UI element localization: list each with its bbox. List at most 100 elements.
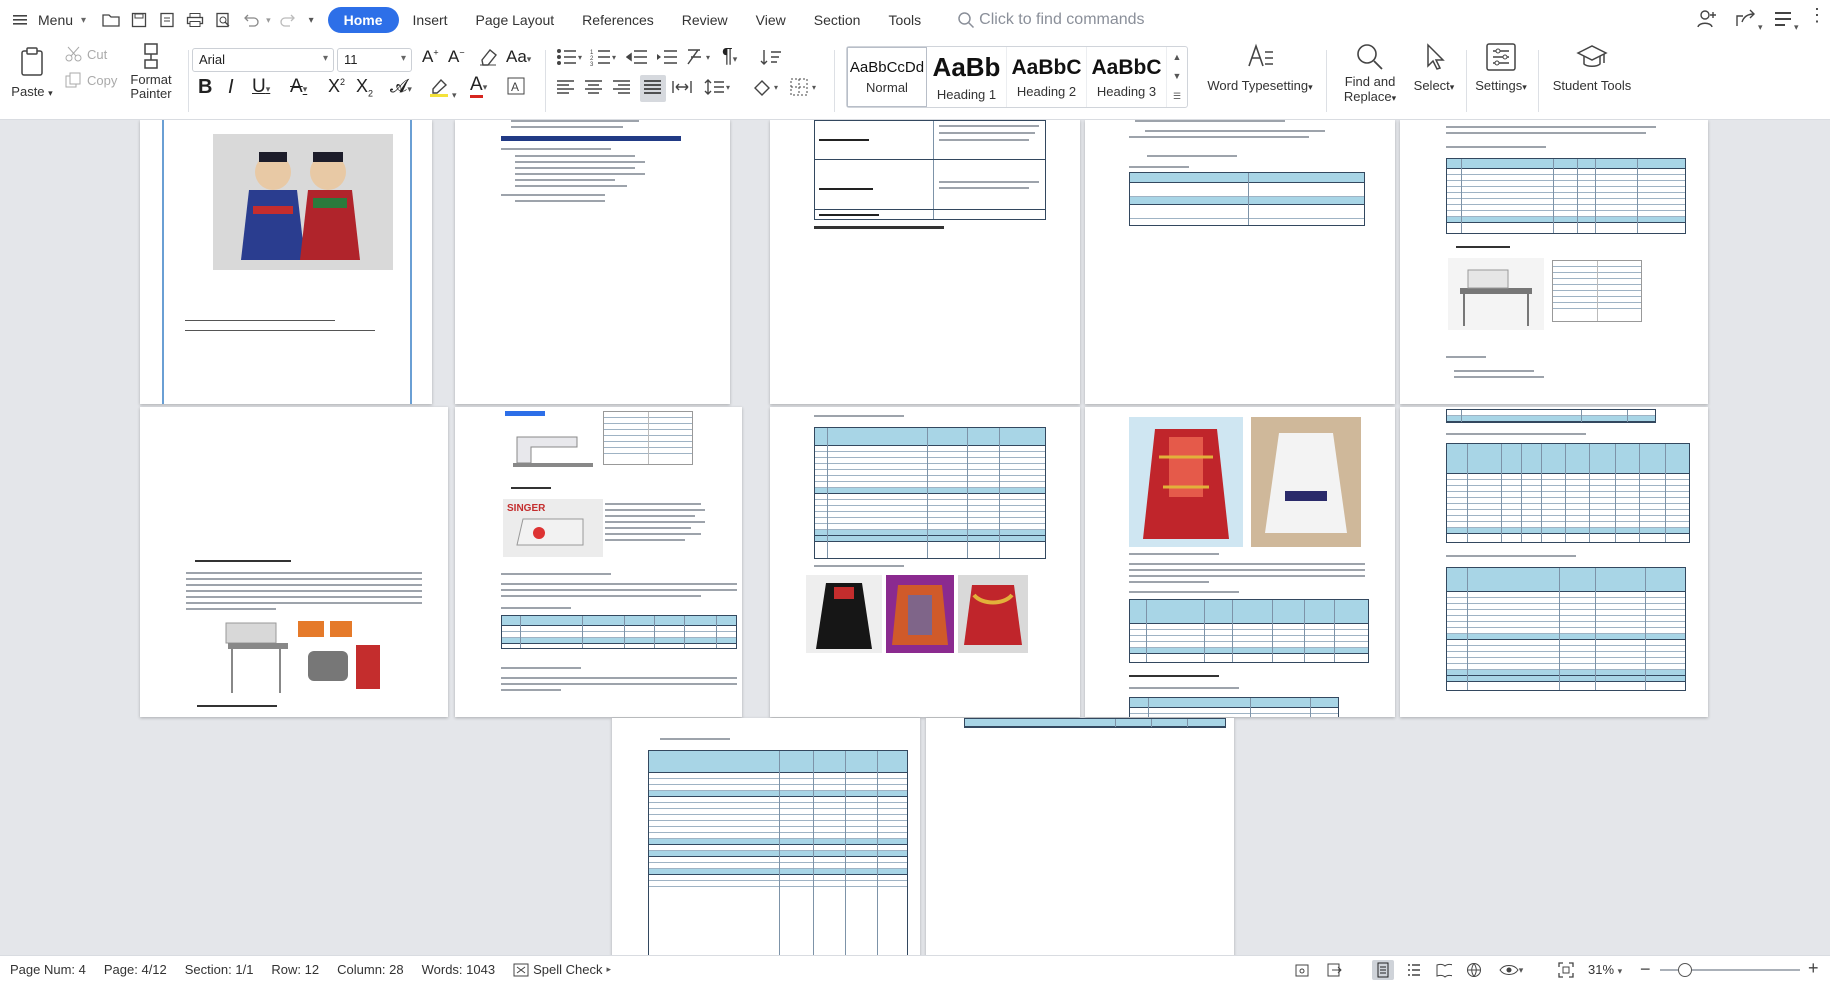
page-status[interactable]: Page: 4/12 xyxy=(104,962,167,977)
style-heading-2[interactable]: AaBbC Heading 2 xyxy=(1007,47,1087,107)
tab-references[interactable]: References xyxy=(568,7,668,33)
tab-tools[interactable]: Tools xyxy=(874,7,935,33)
word-typesetting-button[interactable]: Word Typesetting▾ xyxy=(1200,42,1320,95)
open-icon[interactable] xyxy=(98,7,124,33)
font-name-select[interactable]: Arial ▾ xyxy=(192,48,334,72)
document-page[interactable] xyxy=(140,120,432,404)
eye-protection-icon[interactable]: ▾ xyxy=(1496,962,1526,978)
zoom-out-icon[interactable]: − xyxy=(1640,959,1651,980)
word-count-status[interactable]: Words: 1043 xyxy=(422,962,495,977)
copy-button[interactable]: Copy xyxy=(65,72,117,88)
document-canvas[interactable]: SINGER xyxy=(0,120,1830,955)
redo-icon[interactable] xyxy=(275,7,301,33)
tab-review[interactable]: Review xyxy=(668,7,742,33)
print-icon[interactable] xyxy=(182,7,208,33)
tab-home[interactable]: Home xyxy=(327,7,399,33)
strikethrough-icon[interactable]: A▾ xyxy=(290,76,307,98)
outline-view-icon[interactable] xyxy=(1406,962,1422,978)
expand-gallery-icon[interactable]: ☰ xyxy=(1173,91,1181,102)
italic-icon[interactable]: I xyxy=(228,76,234,99)
find-replace-button[interactable]: Find and Replace▾ xyxy=(1336,42,1404,106)
fit-page-icon[interactable] xyxy=(1558,962,1574,978)
document-page[interactable] xyxy=(1085,407,1395,717)
zoom-level[interactable]: 31% ▾ xyxy=(1588,962,1622,977)
web-view-icon[interactable] xyxy=(1466,962,1482,978)
justify-icon[interactable] xyxy=(640,75,666,102)
distributed-icon[interactable] xyxy=(672,78,692,101)
styles-scroll[interactable]: ▲ ▼ ☰ xyxy=(1167,47,1187,107)
bullets-icon[interactable]: ▾ xyxy=(556,48,584,71)
tab-section[interactable]: Section xyxy=(800,7,875,33)
font-size-select[interactable]: 11 ▾ xyxy=(337,48,412,72)
paste-button[interactable]: Paste ▾ xyxy=(10,46,54,101)
document-page[interactable] xyxy=(770,407,1080,717)
chevron-down-icon[interactable]: ▼ xyxy=(1173,71,1182,81)
document-page[interactable] xyxy=(140,407,448,717)
zoom-in-icon[interactable]: + xyxy=(1808,958,1819,979)
share-icon[interactable]: ▾ xyxy=(1734,8,1763,35)
cut-button[interactable]: Cut xyxy=(65,46,107,62)
numbering-icon[interactable]: 1 2 3 ▾ xyxy=(590,48,618,71)
reading-view-icon[interactable] xyxy=(1436,962,1452,978)
grow-font-icon[interactable]: A+ xyxy=(422,47,439,67)
font-color-icon[interactable]: A▾ xyxy=(470,74,487,98)
menu-button[interactable]: Menu ▾ xyxy=(12,12,86,28)
show-marks-icon[interactable]: ¶▾ xyxy=(722,45,737,68)
clear-format-icon[interactable] xyxy=(478,46,498,71)
navigation-icon[interactable] xyxy=(1326,962,1342,978)
subscript-icon[interactable]: X2 xyxy=(356,76,373,99)
style-normal[interactable]: AaBbCcDd Normal xyxy=(847,47,927,107)
style-heading-3[interactable]: AaBbC Heading 3 xyxy=(1087,47,1167,107)
tab-insert[interactable]: Insert xyxy=(399,7,462,33)
settings-button[interactable]: Settings▾ xyxy=(1470,42,1532,95)
print-preview-icon[interactable] xyxy=(210,7,236,33)
tab-page-layout[interactable]: Page Layout xyxy=(462,7,569,33)
tab-view[interactable]: View xyxy=(742,7,800,33)
layout-options-icon[interactable]: ▾ xyxy=(1772,8,1799,35)
zoom-slider-handle[interactable] xyxy=(1678,963,1692,977)
select-button[interactable]: Select▾ xyxy=(1408,42,1460,95)
text-effects-icon[interactable]: 𝓐▾ xyxy=(390,76,412,97)
chinese-layout-icon[interactable]: ▾ xyxy=(686,48,716,71)
document-page[interactable] xyxy=(770,120,1080,404)
underline-icon[interactable]: U▾ xyxy=(252,76,270,98)
page-num-status[interactable]: Page Num: 4 xyxy=(10,962,86,977)
document-page[interactable] xyxy=(1400,120,1708,404)
print-layout-view-icon[interactable] xyxy=(1372,960,1394,980)
student-tools-button[interactable]: Student Tools xyxy=(1546,42,1638,94)
undo-dropdown-icon[interactable]: ▾ xyxy=(266,15,271,26)
protect-icon[interactable] xyxy=(1294,962,1310,978)
document-page[interactable] xyxy=(1085,120,1395,404)
shading-icon[interactable]: ▾ xyxy=(752,78,782,101)
highlight-icon[interactable]: ▾ xyxy=(428,76,457,103)
bold-icon[interactable]: B xyxy=(198,76,212,99)
row-status[interactable]: Row: 12 xyxy=(271,962,319,977)
spell-check-button[interactable]: Spell Check ▸ xyxy=(513,962,611,977)
command-search[interactable]: Click to find commands xyxy=(957,11,1145,29)
document-page[interactable] xyxy=(1400,407,1708,717)
style-heading-1[interactable]: AaBb Heading 1 xyxy=(927,47,1007,107)
customize-quick-access-icon[interactable]: ▾ xyxy=(309,15,314,26)
decrease-indent-icon[interactable] xyxy=(625,48,648,71)
undo-icon[interactable] xyxy=(238,7,264,33)
character-border-icon[interactable]: A xyxy=(506,76,526,101)
more-options-icon[interactable]: ⋮ xyxy=(1808,6,1826,24)
document-page[interactable] xyxy=(926,718,1234,955)
format-painter-button[interactable]: Format Painter xyxy=(126,42,176,102)
export-pdf-icon[interactable] xyxy=(154,7,180,33)
document-page[interactable] xyxy=(455,120,730,404)
borders-icon[interactable]: ▾ xyxy=(790,78,820,101)
chevron-up-icon[interactable]: ▲ xyxy=(1173,52,1182,62)
align-right-icon[interactable] xyxy=(612,78,632,101)
line-spacing-icon[interactable]: ▾ xyxy=(704,78,734,101)
save-icon[interactable] xyxy=(126,7,152,33)
shrink-font-icon[interactable]: A− xyxy=(448,47,465,67)
section-status[interactable]: Section: 1/1 xyxy=(185,962,254,977)
increase-indent-icon[interactable] xyxy=(656,48,678,71)
share-user-icon[interactable] xyxy=(1696,8,1718,35)
superscript-icon[interactable]: X2 xyxy=(328,76,345,97)
align-center-icon[interactable] xyxy=(584,78,604,101)
document-page[interactable]: SINGER xyxy=(455,407,742,717)
zoom-slider[interactable] xyxy=(1660,963,1800,977)
column-status[interactable]: Column: 28 xyxy=(337,962,403,977)
